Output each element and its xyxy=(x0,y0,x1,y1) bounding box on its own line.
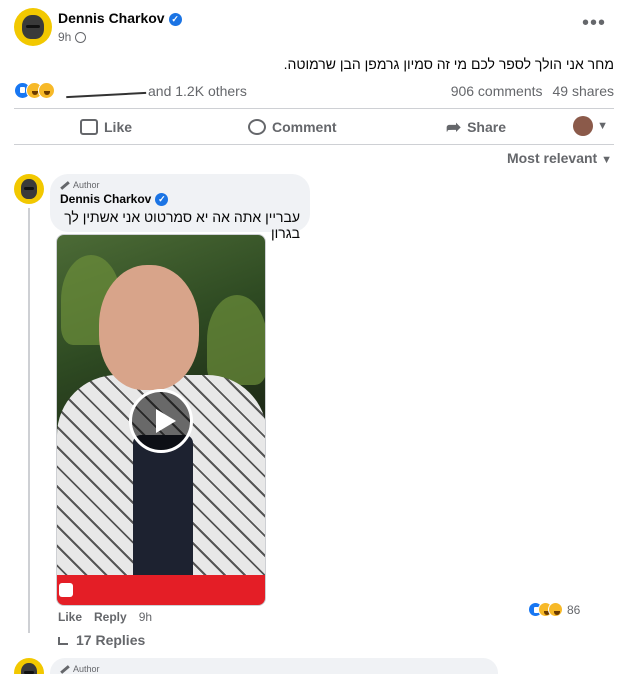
share-button-label: Share xyxy=(467,119,507,135)
post-author-name[interactable]: Dennis Charkov xyxy=(58,10,165,26)
like-icon xyxy=(80,119,98,135)
comment-reactions[interactable]: 86 xyxy=(528,602,580,617)
comment-time[interactable]: 9h xyxy=(139,610,152,624)
comment-bubble: Author Dennis Charkov ✓ עבריין אתה אה יא … xyxy=(50,174,310,241)
post-author-avatar[interactable] xyxy=(14,8,52,46)
more-options-icon[interactable]: ••• xyxy=(582,12,606,35)
share-icon: ➦ xyxy=(446,117,462,137)
post-time[interactable]: 9h xyxy=(58,30,71,44)
like-button[interactable]: Like xyxy=(80,119,132,135)
author-badge: Author xyxy=(60,664,488,674)
author-badge-label: Author xyxy=(73,180,100,190)
reply-arrow-icon xyxy=(58,637,68,645)
video-background xyxy=(207,295,265,385)
comment-author-avatar[interactable] xyxy=(14,174,44,204)
react-as-selector[interactable]: ▼ xyxy=(573,116,608,136)
pen-icon xyxy=(60,180,70,190)
verified-icon: ✓ xyxy=(168,12,182,26)
video-banner xyxy=(57,575,265,605)
viewer-avatar xyxy=(573,116,594,136)
globe-icon xyxy=(75,32,87,44)
comment-button-label: Comment xyxy=(272,119,337,135)
comment-author-name[interactable]: Dennis Charkov xyxy=(60,192,151,206)
video-subject xyxy=(99,265,199,390)
thread-line xyxy=(28,208,30,633)
reactors-others: and 1.2K others xyxy=(148,83,247,99)
author-badge-label: Author xyxy=(73,664,100,674)
next-comment-avatar[interactable] xyxy=(14,658,44,674)
pen-icon xyxy=(60,664,70,674)
wow-reaction-icon xyxy=(548,602,563,617)
comment-actions: Like Reply 9h xyxy=(58,610,152,624)
post-author-name-row[interactable]: Dennis Charkov ✓ xyxy=(58,10,182,26)
author-badge: Author xyxy=(60,180,300,190)
reaction-icons[interactable] xyxy=(14,81,55,99)
divider xyxy=(14,108,614,109)
reactions-summary: and 1.2K others 906 comments 49 shares xyxy=(14,80,614,100)
chevron-down-icon: ▼ xyxy=(597,120,608,132)
wow-reaction-icon xyxy=(38,81,55,99)
comment-sort-dropdown[interactable]: Most relevant ▼ xyxy=(507,150,612,166)
comment-author-name-row[interactable]: Dennis Charkov ✓ xyxy=(60,192,300,207)
share-button[interactable]: ➦ Share xyxy=(446,117,507,137)
comment-button[interactable]: Comment xyxy=(248,119,337,135)
chevron-down-icon: ▼ xyxy=(601,154,612,166)
comment-like-button[interactable]: Like xyxy=(58,610,82,624)
shares-count[interactable]: 49 shares xyxy=(553,83,614,99)
view-replies-link[interactable]: 17 Replies xyxy=(58,632,145,648)
comment-reply-button[interactable]: Reply xyxy=(94,610,127,624)
channel-logo xyxy=(59,583,73,597)
replies-label: 17 Replies xyxy=(76,632,146,648)
redacted-name xyxy=(65,83,147,99)
play-icon[interactable] xyxy=(129,389,193,453)
divider xyxy=(14,144,614,145)
post-meta: 9h xyxy=(58,30,87,44)
verified-icon: ✓ xyxy=(155,193,169,207)
post-actions-bar: Like Comment ➦ Share ▼ xyxy=(14,114,614,142)
sort-label: Most relevant xyxy=(506,150,598,166)
comment-video[interactable] xyxy=(56,234,266,606)
like-button-label: Like xyxy=(104,119,133,135)
post-text: מחר אני הולך לספר לכם מי זה סמיון גרמפן … xyxy=(283,56,614,72)
next-comment-bubble: Author xyxy=(50,658,498,674)
comment-reaction-count: 86 xyxy=(567,602,581,617)
post-counts: 906 comments 49 shares xyxy=(441,83,614,99)
comments-count[interactable]: 906 comments xyxy=(451,83,543,99)
reactors-text[interactable]: and 1.2K others xyxy=(65,83,247,99)
comment-icon xyxy=(248,119,266,135)
